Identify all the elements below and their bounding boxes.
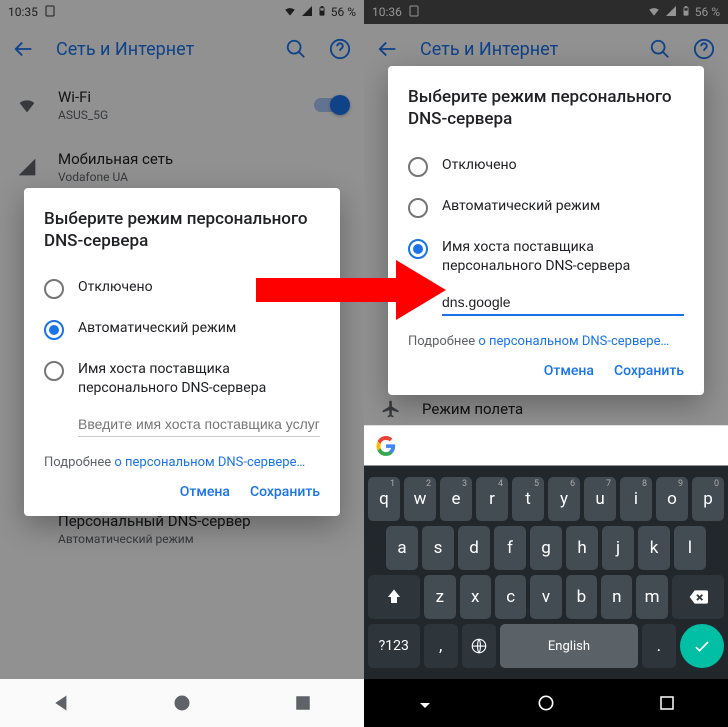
dns-host-input[interactable] — [78, 412, 320, 437]
key-p[interactable]: p0 — [692, 477, 724, 521]
radio-icon — [408, 157, 428, 177]
shift-key[interactable] — [368, 575, 420, 619]
cancel-button[interactable]: Отмена — [544, 363, 594, 379]
key-h[interactable]: h — [566, 526, 598, 570]
keyboard[interactable]: q1w2e3r4t5y6u7i8o9p0 asdfghjkl zxcvbnm ?… — [364, 466, 728, 679]
key-v[interactable]: v — [530, 575, 561, 619]
key-i[interactable]: i8 — [620, 477, 652, 521]
key-m[interactable]: m — [636, 575, 667, 619]
nav-back-icon[interactable] — [49, 691, 73, 715]
radio-icon — [44, 279, 64, 299]
key-f[interactable]: f — [494, 526, 526, 570]
symbols-key[interactable]: ?123 — [368, 624, 420, 668]
key-r[interactable]: r4 — [476, 477, 508, 521]
comma-key[interactable]: , — [424, 624, 458, 668]
radio-off[interactable]: Отключено — [408, 146, 684, 187]
period-key[interactable]: . — [642, 624, 676, 668]
cancel-button[interactable]: Отмена — [180, 484, 230, 500]
learn-more-link[interactable]: о персональном DNS-сервере… — [114, 455, 305, 470]
key-s[interactable]: s — [422, 526, 454, 570]
key-x[interactable]: x — [460, 575, 491, 619]
key-d[interactable]: d — [458, 526, 490, 570]
save-button[interactable]: Сохранить — [250, 484, 320, 500]
nav-recent-icon[interactable] — [655, 691, 679, 715]
learn-more-hint: Подробнее о персональном DNS-сервере… — [408, 334, 684, 349]
enter-key[interactable] — [680, 624, 724, 668]
google-icon[interactable] — [374, 434, 398, 458]
radio-icon — [44, 361, 64, 381]
radio-auto[interactable]: Автоматический режим — [408, 187, 684, 228]
nav-recent-icon[interactable] — [291, 691, 315, 715]
key-j[interactable]: j — [602, 526, 634, 570]
key-l[interactable]: l — [674, 526, 706, 570]
key-c[interactable]: c — [495, 575, 526, 619]
key-q[interactable]: q1 — [368, 477, 400, 521]
nav-home-icon[interactable] — [534, 691, 558, 715]
radio-icon — [44, 320, 64, 340]
save-button[interactable]: Сохранить — [614, 363, 684, 379]
key-t[interactable]: t5 — [512, 477, 544, 521]
globe-key[interactable] — [462, 624, 496, 668]
dns-host-input[interactable] — [442, 290, 684, 316]
key-e[interactable]: e3 — [440, 477, 472, 521]
nav-kb-hide-icon[interactable] — [413, 691, 437, 715]
key-k[interactable]: k — [638, 526, 670, 570]
screen-left: 10:35 56 % Сеть и Интернет Wi-Fi — [0, 0, 364, 727]
space-key[interactable]: English — [500, 624, 637, 668]
screen-right: 10:36 56 % Сеть и Интернет Режим п — [364, 0, 728, 727]
radio-host[interactable]: Имя хоста поставщика персонального DNS-с… — [408, 228, 684, 286]
radio-icon — [408, 239, 428, 259]
radio-off[interactable]: Отключено — [44, 268, 320, 309]
learn-more-link[interactable]: о персональном DNS-сервере… — [478, 334, 669, 349]
key-n[interactable]: n — [601, 575, 632, 619]
dialog-title: Выберите режим персонального DNS-сервера — [44, 208, 320, 252]
keyboard-suggestion-bar[interactable] — [364, 425, 728, 465]
dialog-title: Выберите режим персонального DNS-сервера — [408, 86, 684, 130]
radio-host[interactable]: Имя хоста поставщика персонального DNS-с… — [44, 350, 320, 408]
key-u[interactable]: u7 — [584, 477, 616, 521]
dns-dialog: Выберите режим персонального DNS-сервера… — [388, 66, 704, 395]
key-z[interactable]: z — [424, 575, 455, 619]
key-w[interactable]: w2 — [404, 477, 436, 521]
nav-home-icon[interactable] — [170, 691, 194, 715]
nav-bar — [364, 679, 728, 727]
nav-bar — [0, 679, 364, 727]
radio-auto[interactable]: Автоматический режим — [44, 309, 320, 350]
radio-icon — [408, 198, 428, 218]
key-y[interactable]: y6 — [548, 477, 580, 521]
backspace-key[interactable] — [672, 575, 724, 619]
key-a[interactable]: a — [386, 526, 418, 570]
key-o[interactable]: o9 — [656, 477, 688, 521]
key-b[interactable]: b — [566, 575, 597, 619]
learn-more-hint: Подробнее о персональном DNS-сервере… — [44, 455, 320, 470]
dns-dialog: Выберите режим персонального DNS-сервера… — [24, 188, 340, 516]
key-g[interactable]: g — [530, 526, 562, 570]
